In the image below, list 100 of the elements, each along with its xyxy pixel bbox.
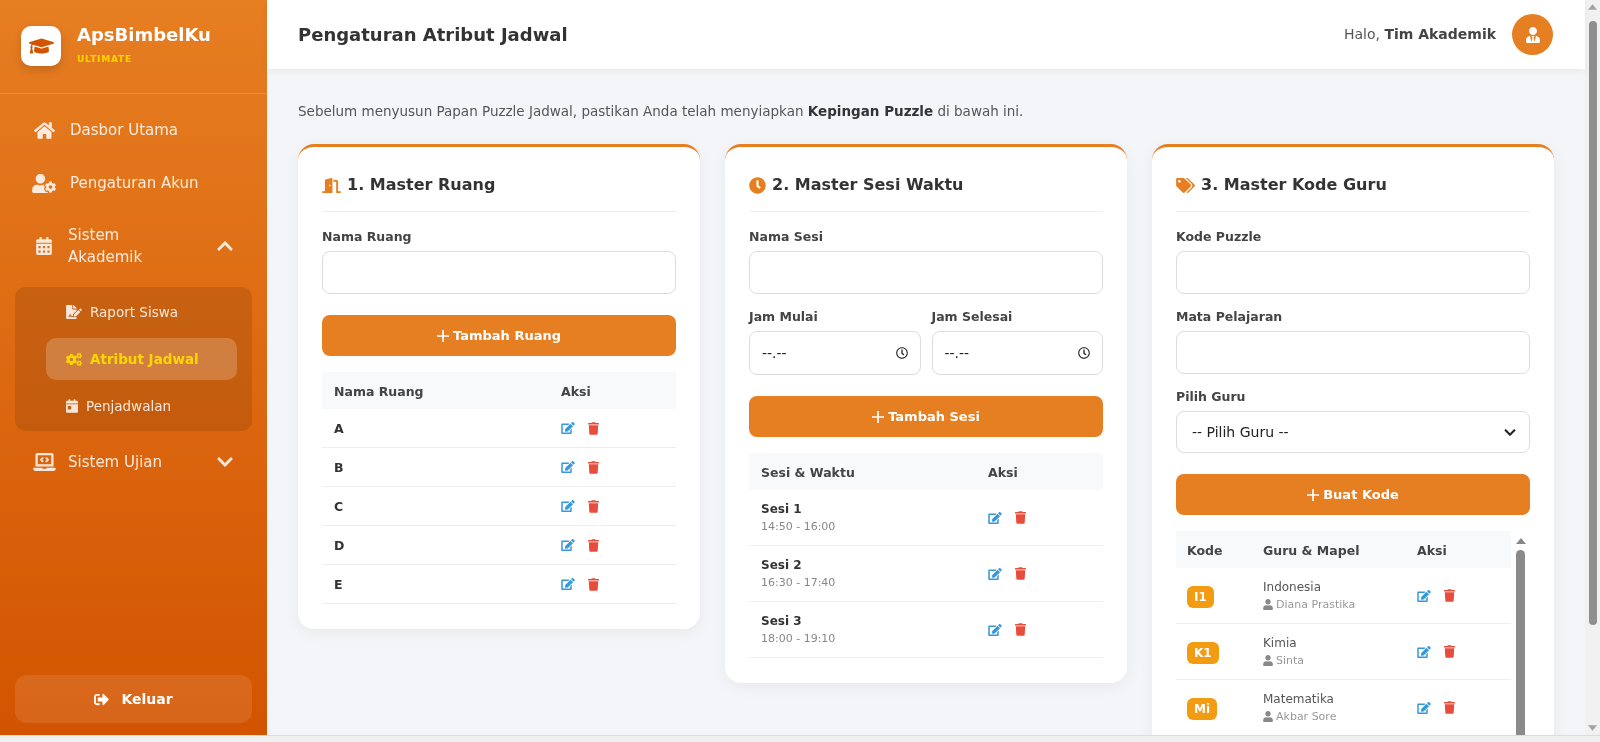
add-button[interactable]: Tambah Sesi (749, 396, 1103, 437)
laptop-code-icon (32, 453, 56, 471)
intro-text: Sebelum menyusun Papan Puzzle Jadwal, pastikan Anda telah menyiapkan Kepingan Puzzle di bawah ini. (298, 102, 1025, 121)
scroll-down-arrow-icon[interactable] (1588, 725, 1597, 731)
card-title: 2. Master Sesi Waktu (772, 174, 964, 196)
user-icon (1263, 655, 1273, 666)
time-input[interactable]: --.-- (749, 331, 921, 375)
edit-icon[interactable] (1417, 701, 1431, 714)
teacher-name: Diana Prastika (1276, 597, 1356, 613)
edit-icon[interactable] (561, 500, 575, 512)
field-label: Kode Puzzle (1176, 228, 1263, 246)
code-badge: K1 (1187, 641, 1219, 664)
session-name: Sesi 1 (761, 501, 802, 518)
submenu-item[interactable]: Atribut Jadwal (46, 338, 237, 380)
room-name: B (334, 460, 344, 475)
room-name: C (334, 499, 344, 514)
subject-name: Indonesia (1263, 579, 1322, 596)
field-label: Jam Selesai (931, 308, 1014, 326)
field-label: Mata Pelajaran (1176, 308, 1284, 326)
session-time: 18:00 - 19:10 (761, 631, 836, 647)
scrollbar-thumb[interactable] (1588, 21, 1597, 625)
session-name: Sesi 2 (761, 557, 802, 574)
edit-icon[interactable] (988, 511, 1002, 524)
subject-name: Matematika (1263, 691, 1334, 708)
edit-icon[interactable] (561, 422, 575, 434)
scroll-up-arrow-icon[interactable] (1588, 4, 1597, 10)
calendar-day-icon (66, 399, 78, 413)
field-label: Jam Mulai (749, 308, 819, 326)
session-time: 16:30 - 17:40 (761, 575, 836, 591)
user-gear-icon (32, 173, 56, 193)
file-signature-icon (66, 305, 82, 319)
edit-icon[interactable] (1417, 645, 1431, 658)
column-header: Sesi & Waktu (761, 464, 855, 480)
text-input[interactable] (749, 251, 1103, 294)
submenu-item[interactable]: Penjadwalan (46, 385, 237, 427)
plus-icon (872, 410, 885, 423)
field-label: Nama Sesi (749, 228, 824, 246)
clock-icon[interactable] (895, 347, 908, 359)
session-time: 14:50 - 16:00 (761, 519, 836, 535)
add-button[interactable]: Buat Kode (1176, 474, 1530, 515)
user-avatar-icon[interactable] (1512, 14, 1553, 55)
edit-icon[interactable] (988, 623, 1002, 636)
trash-icon[interactable] (1444, 701, 1455, 714)
door-icon (322, 177, 341, 193)
column-header: Aksi (988, 464, 1018, 480)
trash-icon[interactable] (1444, 589, 1455, 602)
column-header: Aksi (561, 383, 591, 399)
trash-icon[interactable] (588, 460, 599, 474)
brand-name: ApsBimbelKu (77, 26, 211, 44)
select-field[interactable]: -- Pilih Guru -- (1176, 411, 1530, 453)
greeting-text: Halo, Tim Akademik (1343, 25, 1496, 44)
edit-icon[interactable] (561, 578, 575, 590)
teacher-name: Akbar Sore (1276, 709, 1337, 725)
column-header: Guru & Mapel (1263, 542, 1360, 558)
card-title: 1. Master Ruang (347, 174, 496, 196)
time-input[interactable]: --.-- (931, 331, 1103, 375)
clock-icon (749, 176, 766, 194)
edit-icon[interactable] (561, 539, 575, 551)
field-label: Nama Ruang (322, 228, 413, 246)
trash-icon[interactable] (588, 499, 599, 513)
text-input[interactable] (1176, 251, 1530, 294)
card-title: 3. Master Kode Guru (1201, 174, 1387, 196)
plus-icon (1307, 488, 1320, 501)
submenu-item[interactable]: Raport Siswa (46, 291, 237, 333)
scroll-up-arrow-icon[interactable] (1515, 538, 1526, 544)
trash-icon[interactable] (588, 538, 599, 552)
brand-subtitle: ULTIMATE (77, 54, 132, 64)
text-input[interactable] (322, 251, 676, 294)
graduation-cap-icon (21, 26, 61, 66)
sidebar-item[interactable]: Sistem Akademik (15, 214, 252, 278)
sidebar-item[interactable]: Dasbor Utama (15, 108, 252, 152)
tags-icon (1176, 177, 1195, 193)
clock-icon[interactable] (1078, 347, 1090, 359)
sidebar-item[interactable]: Sistem Ujian (15, 440, 252, 484)
home-icon (33, 120, 55, 140)
trash-icon[interactable] (1015, 567, 1026, 580)
edit-icon[interactable] (1417, 589, 1431, 602)
subject-name: Kimia (1263, 635, 1297, 652)
add-button[interactable]: Tambah Ruang (322, 315, 676, 356)
teacher-name: Sinta (1276, 653, 1305, 669)
code-badge: I1 (1187, 585, 1214, 608)
page-title: Pengaturan Atribut Jadwal (298, 23, 568, 47)
logout-button[interactable]: Keluar (15, 675, 252, 723)
trash-icon[interactable] (1015, 623, 1026, 636)
session-name: Sesi 3 (761, 613, 802, 630)
room-name: D (334, 538, 345, 553)
edit-icon[interactable] (988, 567, 1002, 580)
trash-icon[interactable] (588, 421, 599, 435)
sidebar-item[interactable]: Pengaturan Akun (15, 161, 252, 205)
trash-icon[interactable] (1015, 511, 1026, 524)
column-header: Kode (1187, 542, 1223, 558)
user-icon (1263, 599, 1273, 610)
text-input[interactable] (1176, 331, 1530, 374)
calendar-icon (36, 237, 52, 255)
edit-icon[interactable] (561, 461, 575, 473)
trash-icon[interactable] (1444, 645, 1455, 658)
room-name: E (334, 577, 343, 592)
trash-icon[interactable] (588, 577, 599, 591)
scrollbar-thumb[interactable] (1516, 550, 1525, 735)
user-icon (1263, 711, 1273, 722)
